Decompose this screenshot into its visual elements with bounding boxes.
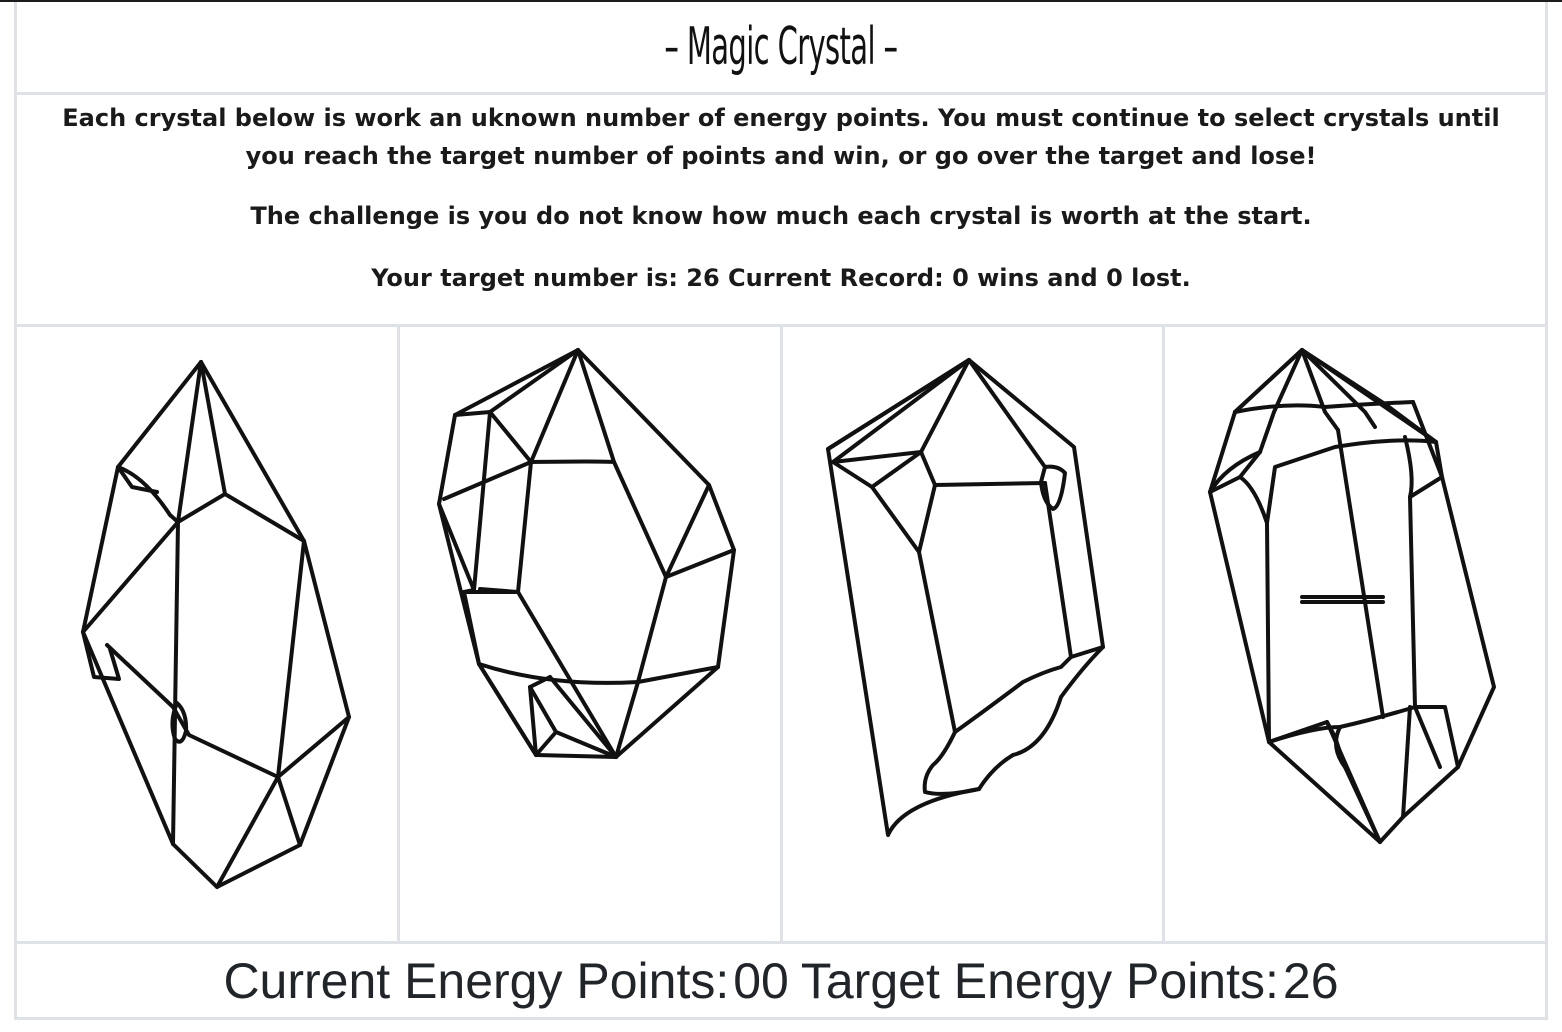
crystal-button-2[interactable] [400, 327, 783, 941]
current-energy-value: 00 [733, 952, 789, 1009]
target-number: 26 [686, 264, 720, 292]
crystal-3-icon [825, 358, 1105, 837]
challenge-text: The challenge is you do not know how muc… [250, 202, 1312, 230]
crystal-2-icon [436, 348, 736, 759]
crystal-button-4[interactable] [1165, 327, 1545, 941]
title-bar: – Magic Crystal – [17, 2, 1545, 95]
target-record-line: Your target number is: 26 Current Record… [17, 263, 1545, 293]
wins-label: wins and [977, 264, 1098, 292]
wins-count: 0 [952, 264, 969, 292]
target-energy-label: Target Energy Points: [800, 952, 1279, 1009]
crystal-row [17, 327, 1545, 944]
losses-label: lost. [1131, 264, 1191, 292]
instructions-panel: Each crystal below is work an uknown num… [17, 95, 1545, 327]
target-label: Your target number is: [371, 264, 678, 292]
current-energy-label: Current Energy Points: [223, 952, 730, 1009]
crystal-1-icon [81, 360, 351, 889]
game-container: – Magic Crystal – Each crystal below is … [14, 2, 1548, 1020]
losses-count: 0 [1106, 264, 1123, 292]
crystal-4-icon [1208, 348, 1497, 844]
crystal-button-3[interactable] [783, 327, 1166, 941]
page-title: – Magic Crystal – [664, 17, 899, 77]
record-label: Current Record: [728, 264, 944, 292]
crystal-button-1[interactable] [17, 327, 400, 941]
target-energy-value: 26 [1282, 952, 1339, 1009]
instructions-text: Each crystal below is work an uknown num… [62, 104, 1500, 170]
score-bar: Current Energy Points: 00 Target Energy … [17, 944, 1545, 1017]
